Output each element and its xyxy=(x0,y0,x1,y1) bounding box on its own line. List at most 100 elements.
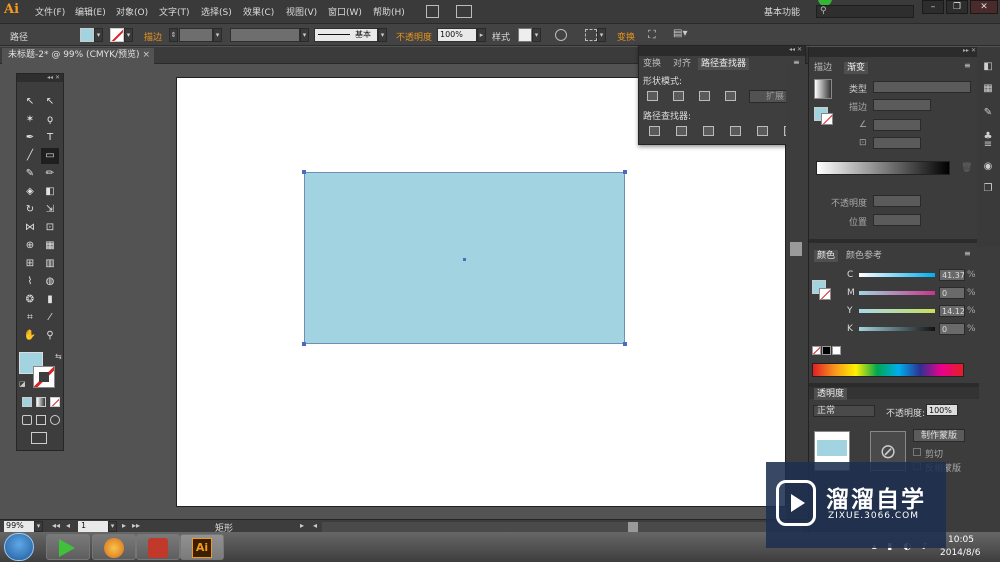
rectangle-tool-icon[interactable]: ▭ xyxy=(41,148,59,164)
magenta-input[interactable]: 0 xyxy=(939,287,965,299)
app-taskbar-icon[interactable] xyxy=(136,534,180,560)
line-tool-icon[interactable]: ╱ xyxy=(21,148,39,164)
delete-stop-icon[interactable]: 🗑 xyxy=(961,163,972,173)
symbol-sprayer-tool-icon[interactable]: ❂ xyxy=(21,292,39,308)
layers-panel-icon[interactable]: ❐ xyxy=(980,181,996,197)
black-swatch[interactable] xyxy=(822,346,831,355)
stroke-color-box[interactable] xyxy=(33,366,55,388)
menu-view[interactable]: 视图(V) xyxy=(286,5,317,18)
gradient-slider[interactable] xyxy=(816,161,950,175)
blob-brush-tool-icon[interactable]: ◈ xyxy=(21,184,39,200)
start-button[interactable] xyxy=(4,533,34,561)
anchor-point[interactable] xyxy=(623,170,627,174)
paintbrush-tool-icon[interactable]: ✎ xyxy=(21,166,39,182)
cyan-slider[interactable] xyxy=(859,273,935,277)
zoom-tool-icon[interactable]: ⚲ xyxy=(41,328,59,344)
gradient-opacity-input[interactable] xyxy=(873,195,921,207)
color-panel-menu-icon[interactable]: ≡ xyxy=(964,249,971,258)
gradient-tool-icon[interactable]: ▥ xyxy=(41,256,59,272)
clock-time[interactable]: 10:05 xyxy=(948,535,974,545)
isolate-icon[interactable]: ⛶ xyxy=(648,28,656,42)
anchor-point[interactable] xyxy=(623,342,627,346)
rotate-tool-icon[interactable]: ↻ xyxy=(21,202,39,218)
minus-front-icon[interactable] xyxy=(673,91,684,101)
zoom-level-input[interactable]: 99% xyxy=(4,521,34,532)
vertical-scroll-thumb[interactable] xyxy=(790,242,802,256)
eraser-tool-icon[interactable]: ◧ xyxy=(41,184,59,200)
workspace-switcher[interactable]: 基本功能 xyxy=(764,5,800,18)
perspective-grid-tool-icon[interactable]: ▦ xyxy=(41,238,59,254)
crop-icon[interactable] xyxy=(730,126,741,136)
gradient-position-input[interactable] xyxy=(873,214,921,226)
screen-mode-icon[interactable] xyxy=(31,432,47,444)
gradient-mode-icon[interactable] xyxy=(36,397,46,407)
trim-icon[interactable] xyxy=(676,126,687,136)
arrange-icon[interactable]: ▤▾ xyxy=(673,28,687,39)
gradient-preview[interactable] xyxy=(814,79,832,99)
free-transform-tool-icon[interactable]: ⊡ xyxy=(41,220,59,236)
clip-checkbox[interactable] xyxy=(913,448,921,456)
recolor-artwork-icon[interactable] xyxy=(555,29,567,41)
angle-input[interactable] xyxy=(873,119,921,131)
brush-definition-field[interactable]: 基本 xyxy=(314,28,378,42)
clock-date[interactable]: 2014/8/6 xyxy=(940,548,980,558)
fill-dropdown-arrow[interactable]: ▾ xyxy=(94,28,103,42)
stroke-weight-input[interactable] xyxy=(179,28,213,42)
toolbox-header[interactable]: ◂◂ ✕ xyxy=(17,74,63,82)
draw-normal-icon[interactable] xyxy=(22,415,32,425)
horizontal-scrollbar[interactable] xyxy=(322,522,802,532)
unite-icon[interactable] xyxy=(647,91,658,101)
stroke-weight-label[interactable]: 描边 xyxy=(144,30,162,43)
opacity-label[interactable]: 不透明度 xyxy=(396,30,432,43)
close-button[interactable]: ✕ xyxy=(970,0,998,14)
magenta-slider[interactable] xyxy=(859,291,935,295)
gradient-type-select[interactable] xyxy=(873,81,971,93)
media-player-taskbar-icon[interactable] xyxy=(46,534,90,560)
opacity-input[interactable]: 100% xyxy=(437,28,477,42)
arrange-documents-icon[interactable] xyxy=(456,5,472,18)
illustrator-taskbar-icon[interactable]: Ai xyxy=(180,534,224,560)
search-input[interactable]: ⚲ xyxy=(816,5,914,18)
type-tool-icon[interactable]: T xyxy=(41,130,59,146)
dock-header[interactable]: ▸▸ ✕ xyxy=(809,47,979,57)
first-artboard-icon[interactable]: ◂◂ xyxy=(52,521,60,530)
draw-behind-icon[interactable] xyxy=(36,415,46,425)
last-artboard-icon[interactable]: ▸▸ xyxy=(132,521,140,530)
align-icon[interactable] xyxy=(585,29,597,41)
appearance-panel-icon[interactable]: ◉ xyxy=(980,159,996,175)
yellow-input[interactable]: 14.12 xyxy=(939,305,965,317)
gradient-menu-icon[interactable]: ≡ xyxy=(964,61,971,70)
color-mode-icon[interactable] xyxy=(22,397,32,407)
browser-taskbar-icon[interactable] xyxy=(92,534,136,560)
previous-artboard-icon[interactable]: ◂ xyxy=(66,521,70,530)
tab-pathfinder[interactable]: 路径查找器 xyxy=(698,58,750,70)
menu-effect[interactable]: 效果(C) xyxy=(243,5,274,18)
transform-label[interactable]: 变换 xyxy=(617,30,635,43)
scale-tool-icon[interactable]: ⇲ xyxy=(41,202,59,218)
pencil-tool-icon[interactable]: ✏ xyxy=(41,166,59,182)
pen-tool-icon[interactable]: ✒ xyxy=(21,130,39,146)
mesh-tool-icon[interactable]: ⊞ xyxy=(21,256,39,272)
magic-wand-tool-icon[interactable]: ✶ xyxy=(21,112,39,128)
tab-color-guide[interactable]: 颜色参考 xyxy=(846,250,882,262)
black-input[interactable]: 0 xyxy=(939,323,965,335)
default-colors-icon[interactable]: ◪ xyxy=(19,380,26,388)
artboard-number-input[interactable]: 1 xyxy=(78,521,108,532)
swap-colors-icon[interactable]: ⇆ xyxy=(55,352,62,361)
outline-icon[interactable] xyxy=(757,126,768,136)
graphic-style-swatch[interactable] xyxy=(518,28,532,42)
width-tool-icon[interactable]: ⋈ xyxy=(21,220,39,236)
draw-inside-icon[interactable] xyxy=(50,415,60,425)
anchor-point[interactable] xyxy=(302,342,306,346)
menu-window[interactable]: 窗口(W) xyxy=(328,5,362,18)
black-slider[interactable] xyxy=(859,327,935,331)
gradient-stroke-options[interactable] xyxy=(873,99,931,111)
tab-color[interactable]: 颜色 xyxy=(814,250,839,262)
menu-type[interactable]: 文字(T) xyxy=(159,5,190,18)
aspect-ratio-input[interactable] xyxy=(873,137,921,149)
color-spectrum[interactable] xyxy=(812,363,964,377)
document-tab[interactable]: 未标题-2* @ 99% (CMYK/预览) × xyxy=(2,48,154,64)
make-mask-button[interactable]: 制作蒙版 xyxy=(913,429,965,442)
color-panel-icon[interactable]: ◧ xyxy=(980,59,996,75)
tab-stroke[interactable]: 描边 xyxy=(814,62,832,74)
